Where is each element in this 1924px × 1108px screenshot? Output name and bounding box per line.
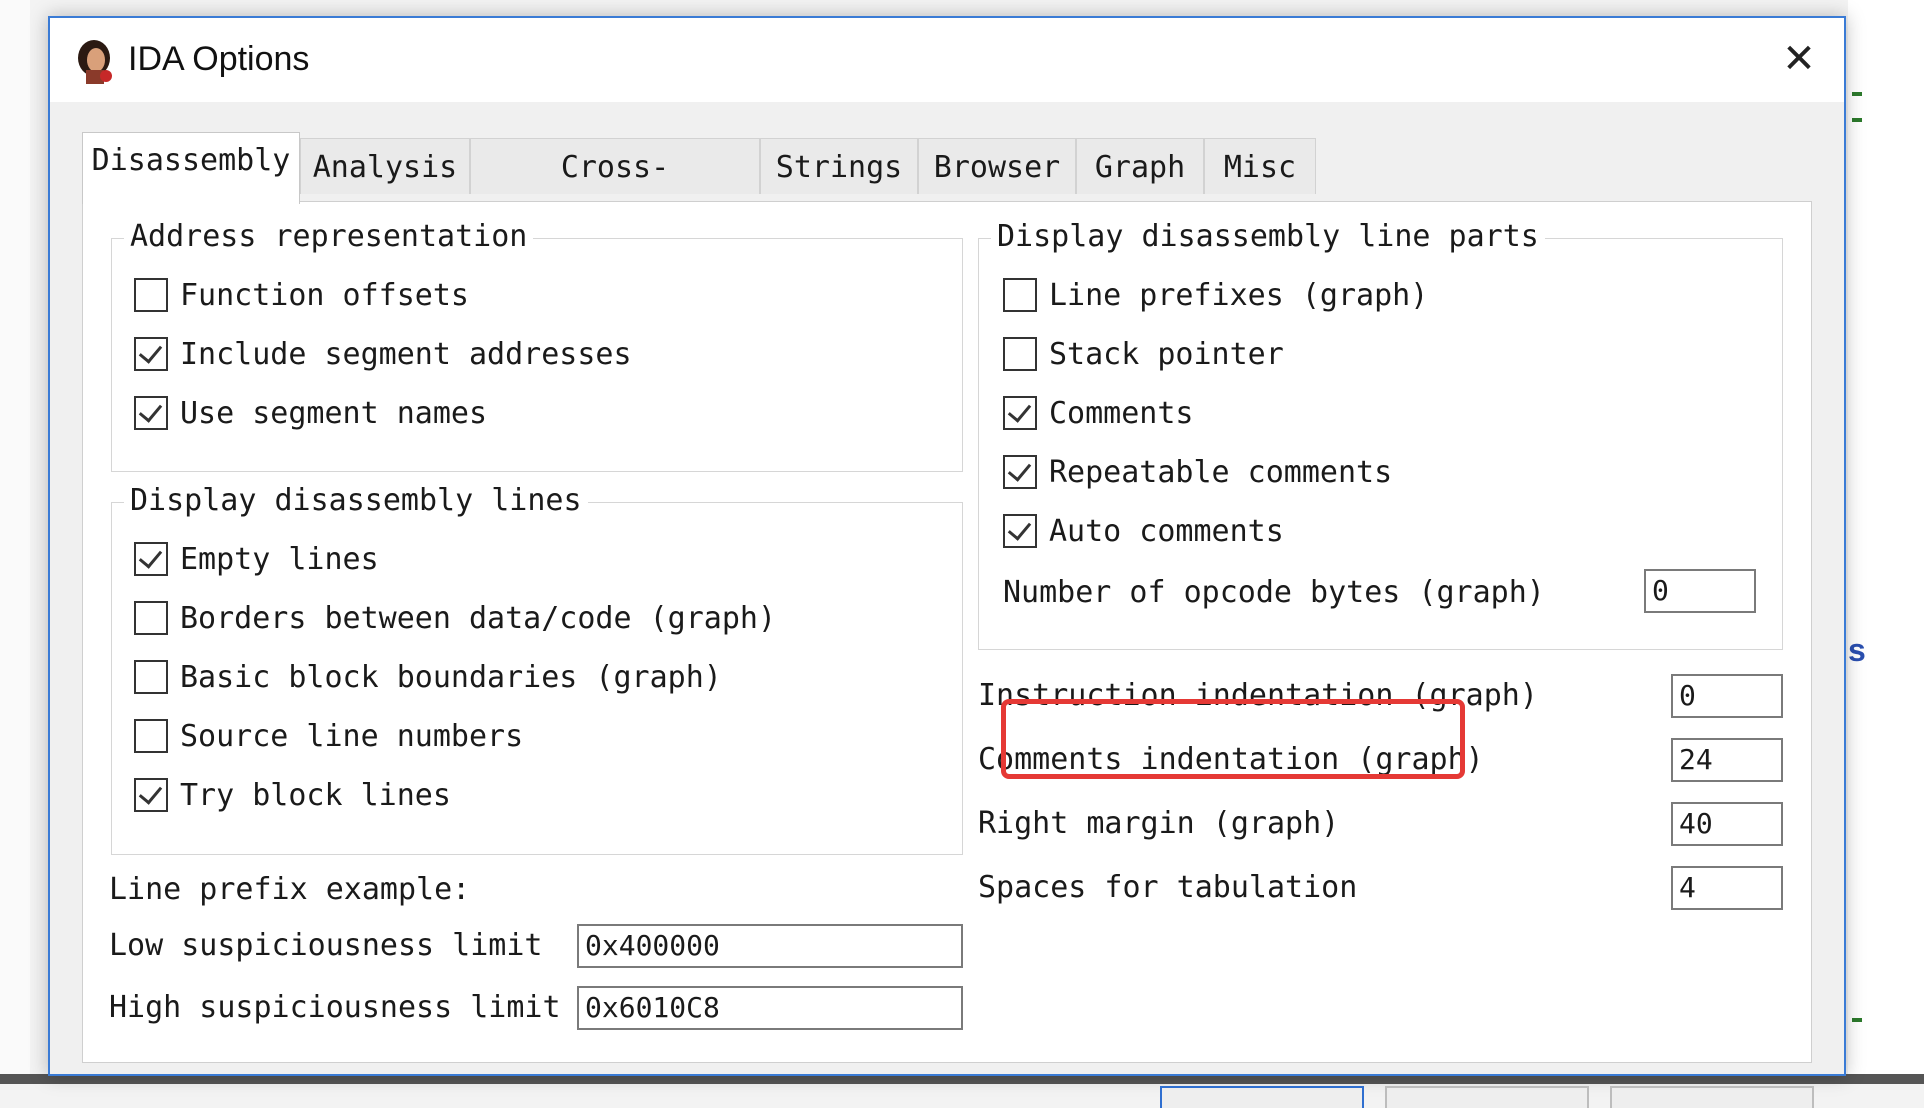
high-suspiciousness-input[interactable]: 0x6010C8	[577, 986, 963, 1030]
opcode-bytes-label: Number of opcode bytes (graph)	[1003, 575, 1545, 610]
option-label: Use segment names	[180, 395, 488, 431]
checkbox[interactable]	[134, 719, 168, 753]
option-auto-comments[interactable]: Auto comments	[1003, 511, 1284, 551]
opcode-bytes-input[interactable]: 0	[1644, 569, 1756, 613]
option-line-prefixes[interactable]: Line prefixes (graph)	[1003, 275, 1428, 315]
address-representation-group: Address representation Function offsets …	[111, 217, 963, 472]
checkbox[interactable]	[134, 660, 168, 694]
close-icon[interactable]: ✕	[1774, 36, 1824, 82]
background-mark	[1852, 92, 1862, 96]
checkbox[interactable]	[134, 542, 168, 576]
right-margin-label: Right margin (graph)	[978, 806, 1340, 841]
comments-indentation-input[interactable]: 24	[1671, 738, 1783, 782]
checkbox[interactable]	[1003, 396, 1037, 430]
option-label: Basic block boundaries (graph)	[180, 659, 722, 695]
line-prefix-example-label: Line prefix example:	[109, 872, 471, 907]
option-label: Repeatable comments	[1049, 454, 1393, 490]
background-mark	[1852, 118, 1862, 122]
window-title: IDA Options	[128, 40, 310, 78]
background-letter: s	[1848, 632, 1866, 668]
option-comments[interactable]: Comments	[1003, 393, 1194, 433]
title-bar: IDA Options ✕	[50, 18, 1844, 102]
instruction-indentation-label: Instruction indentation (graph)	[978, 678, 1538, 713]
option-label: Line prefixes (graph)	[1049, 277, 1429, 313]
tab-strings[interactable]: Strings	[760, 138, 918, 194]
option-function-offsets[interactable]: Function offsets	[134, 275, 469, 315]
checkbox[interactable]	[1003, 514, 1037, 548]
option-stack-pointer[interactable]: Stack pointer	[1003, 334, 1284, 374]
checkbox[interactable]	[1003, 337, 1037, 371]
checkbox[interactable]	[134, 337, 168, 371]
tab-disassembly[interactable]: Disassembly	[82, 132, 300, 204]
option-label: Function offsets	[180, 277, 469, 313]
option-label: Borders between data/code (graph)	[180, 600, 777, 636]
option-label: Comments	[1049, 395, 1194, 431]
right-margin-input[interactable]: 40	[1671, 802, 1783, 846]
tab-misc[interactable]: Misc	[1204, 138, 1316, 194]
checkbox[interactable]	[134, 778, 168, 812]
option-label: Source line numbers	[180, 718, 524, 754]
tab-spaces-input[interactable]: 4	[1671, 866, 1783, 910]
option-label: Include segment addresses	[180, 336, 632, 372]
comments-indentation-label: Comments indentation (graph)	[978, 742, 1484, 777]
checkbox[interactable]	[1003, 278, 1037, 312]
instruction-indentation-input[interactable]: 0	[1671, 674, 1783, 718]
tab-analysis[interactable]: Analysis	[300, 138, 470, 194]
tab-cross-references[interactable]: Cross-references	[470, 138, 760, 243]
option-include-segment-addresses[interactable]: Include segment addresses	[134, 334, 632, 374]
display-lines-group: Display disassembly lines Empty lines Bo…	[111, 481, 963, 855]
line-parts-group: Display disassembly line parts Line pref…	[978, 217, 1783, 650]
background-mark	[1852, 1018, 1862, 1022]
option-try-block-lines[interactable]: Try block lines	[134, 775, 451, 815]
address-representation-legend: Address representation	[124, 217, 534, 257]
low-suspiciousness-input[interactable]: 0x400000	[577, 924, 963, 968]
ok-button[interactable]	[1160, 1086, 1364, 1108]
checkbox[interactable]	[134, 278, 168, 312]
ida-options-dialog: IDA Options ✕ Disassembly Analysis Cross…	[48, 16, 1846, 1108]
checkbox[interactable]	[1003, 455, 1037, 489]
background-window-edge	[1848, 0, 1924, 1084]
disassembly-tab-panel: Address representation Function offsets …	[82, 201, 1812, 1063]
option-empty-lines[interactable]: Empty lines	[134, 539, 379, 579]
display-lines-legend: Display disassembly lines	[124, 481, 588, 521]
checkbox[interactable]	[134, 396, 168, 430]
option-label: Stack pointer	[1049, 336, 1284, 372]
cancel-button[interactable]	[1385, 1086, 1589, 1108]
tab-graph[interactable]: Graph	[1076, 138, 1204, 194]
option-label: Auto comments	[1049, 513, 1284, 549]
high-suspiciousness-label: High suspiciousness limit	[109, 990, 561, 1025]
tab-spaces-label: Spaces for tabulation	[978, 870, 1358, 905]
ida-app-icon	[78, 40, 112, 84]
help-button[interactable]	[1610, 1086, 1814, 1108]
background-left	[0, 0, 30, 1084]
option-basic-block-boundaries[interactable]: Basic block boundaries (graph)	[134, 657, 722, 697]
low-suspiciousness-label: Low suspiciousness limit	[109, 928, 543, 963]
option-use-segment-names[interactable]: Use segment names	[134, 393, 487, 433]
checkbox[interactable]	[134, 601, 168, 635]
tab-browser[interactable]: Browser	[918, 138, 1076, 194]
option-label: Empty lines	[180, 541, 379, 577]
option-label: Try block lines	[180, 777, 451, 813]
line-parts-legend: Display disassembly line parts	[991, 217, 1545, 257]
option-source-line-numbers[interactable]: Source line numbers	[134, 716, 523, 756]
option-repeatable-comments[interactable]: Repeatable comments	[1003, 452, 1392, 492]
option-borders-data-code[interactable]: Borders between data/code (graph)	[134, 598, 776, 638]
